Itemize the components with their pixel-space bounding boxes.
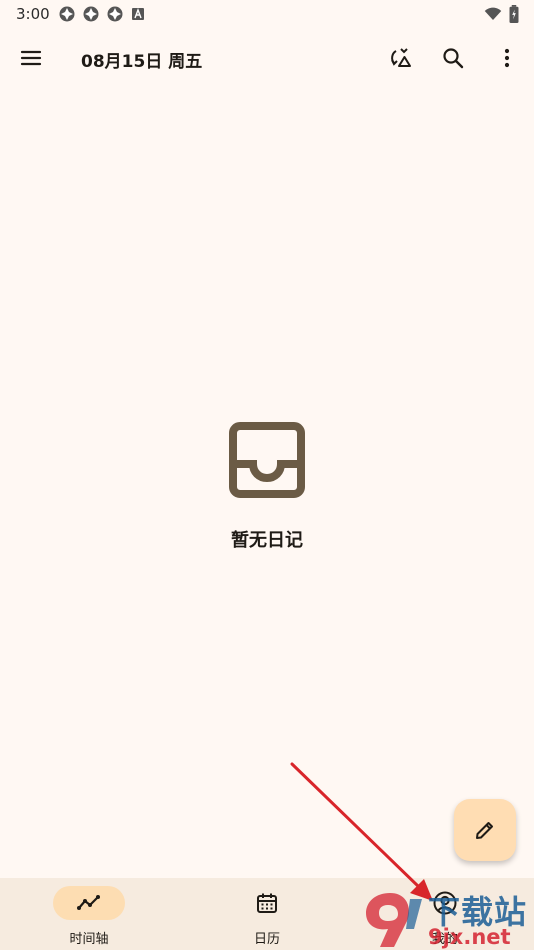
- top-app-bar: 08月15日 周五: [0, 30, 534, 86]
- status-system-icons: [484, 5, 520, 23]
- empty-state: 暂无日记: [0, 420, 534, 552]
- nav-icon-container: [409, 886, 481, 920]
- empty-message: 暂无日记: [231, 530, 303, 551]
- nav-icon-container: [231, 886, 303, 920]
- battery-icon: [509, 5, 519, 23]
- search-button[interactable]: [433, 38, 473, 78]
- nav-item-calendar[interactable]: 日历: [178, 878, 356, 950]
- search-icon: [443, 48, 464, 69]
- nav-label: 我的: [431, 932, 458, 947]
- nav-label: 日历: [253, 932, 280, 947]
- calendar-icon: [257, 893, 277, 913]
- text-a-icon: [132, 8, 144, 20]
- timeline-icon: [77, 895, 100, 910]
- sync-button[interactable]: [382, 38, 422, 78]
- inbox-icon: [229, 422, 305, 498]
- page-title: 08月15日 周五: [81, 52, 203, 72]
- account-icon: [433, 891, 457, 915]
- nav-item-timeline[interactable]: 时间轴: [0, 878, 178, 950]
- nav-active-indicator: [53, 886, 125, 920]
- nav-label: 时间轴: [69, 932, 109, 947]
- refresh-sync-icon: [391, 48, 411, 67]
- sync-icon: [83, 6, 99, 22]
- status-bar: 3:00: [0, 0, 534, 28]
- more-vert-icon: [504, 48, 510, 68]
- sync-icon: [107, 6, 123, 22]
- wifi-icon: [484, 7, 502, 20]
- nav-item-profile[interactable]: 我的: [356, 878, 534, 950]
- sync-icon: [59, 6, 75, 22]
- more-options-button[interactable]: [487, 38, 527, 78]
- bottom-navigation: 时间轴 日历 我的: [0, 878, 534, 950]
- status-time: 3:00: [16, 5, 50, 23]
- status-notification-icons: [58, 5, 146, 23]
- pencil-icon: [476, 822, 493, 839]
- menu-button[interactable]: [11, 38, 51, 78]
- menu-icon: [20, 50, 42, 66]
- new-diary-fab[interactable]: [454, 799, 516, 861]
